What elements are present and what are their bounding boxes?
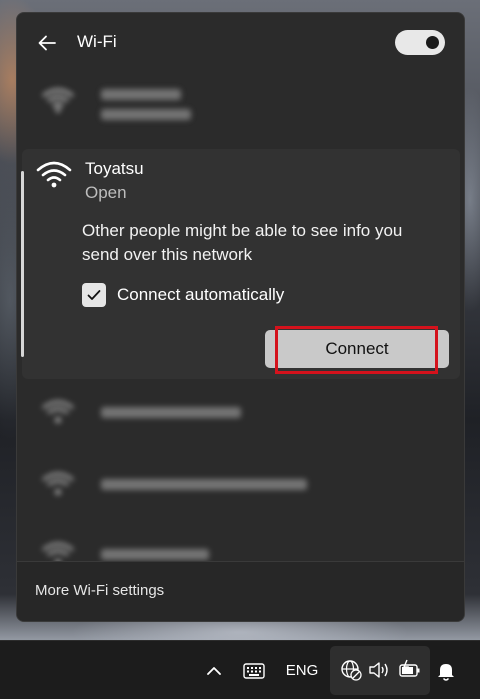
back-button[interactable] <box>35 31 59 55</box>
connect-automatically-checkbox[interactable] <box>82 283 106 307</box>
wifi-signal-icon <box>42 472 74 495</box>
network-name: Toyatsu <box>85 159 144 178</box>
chevron-up-icon <box>207 667 221 675</box>
wifi-signal-icon <box>36 161 72 188</box>
globe-no-internet-icon <box>341 660 362 681</box>
wifi-toggle[interactable] <box>395 30 445 55</box>
wifi-signal-icon <box>42 88 74 113</box>
battery-charging-icon <box>399 659 420 677</box>
wifi-flyout: Wi-Fi Toyatsu Open Other people might be… <box>16 12 465 622</box>
panel-title: Wi-Fi <box>77 32 117 51</box>
checkmark-icon <box>87 290 101 300</box>
network-security: Open <box>85 183 127 202</box>
network-item-blurred[interactable] <box>35 81 455 121</box>
security-warning: Other people might be able to see info y… <box>82 221 403 264</box>
show-hidden-icons-button[interactable] <box>200 641 228 699</box>
quick-settings-button[interactable] <box>330 646 430 695</box>
scrollbar[interactable] <box>21 171 24 357</box>
input-language-indicator[interactable]: ENG <box>280 641 324 699</box>
network-item-blurred[interactable] <box>35 465 455 505</box>
network-item-blurred[interactable] <box>35 393 455 433</box>
keyboard-icon <box>243 662 265 679</box>
taskbar: ENG <box>0 640 480 699</box>
wifi-flyout-header: Wi-Fi <box>17 13 464 73</box>
connect-button[interactable]: Connect <box>265 330 449 368</box>
wifi-signal-icon <box>42 400 74 423</box>
connect-automatically-label[interactable]: Connect automatically <box>117 285 284 305</box>
back-arrow-icon <box>38 35 56 51</box>
touch-keyboard-button[interactable] <box>238 641 270 699</box>
notifications-button[interactable] <box>432 641 460 699</box>
selected-network-card: Toyatsu Open Other people might be able … <box>22 149 460 379</box>
more-wifi-settings-link[interactable]: More Wi-Fi settings <box>35 582 164 599</box>
bell-icon <box>438 663 454 681</box>
toggle-knob <box>426 36 439 49</box>
wifi-flyout-footer: More Wi-Fi settings <box>17 561 464 621</box>
volume-icon <box>369 662 388 678</box>
